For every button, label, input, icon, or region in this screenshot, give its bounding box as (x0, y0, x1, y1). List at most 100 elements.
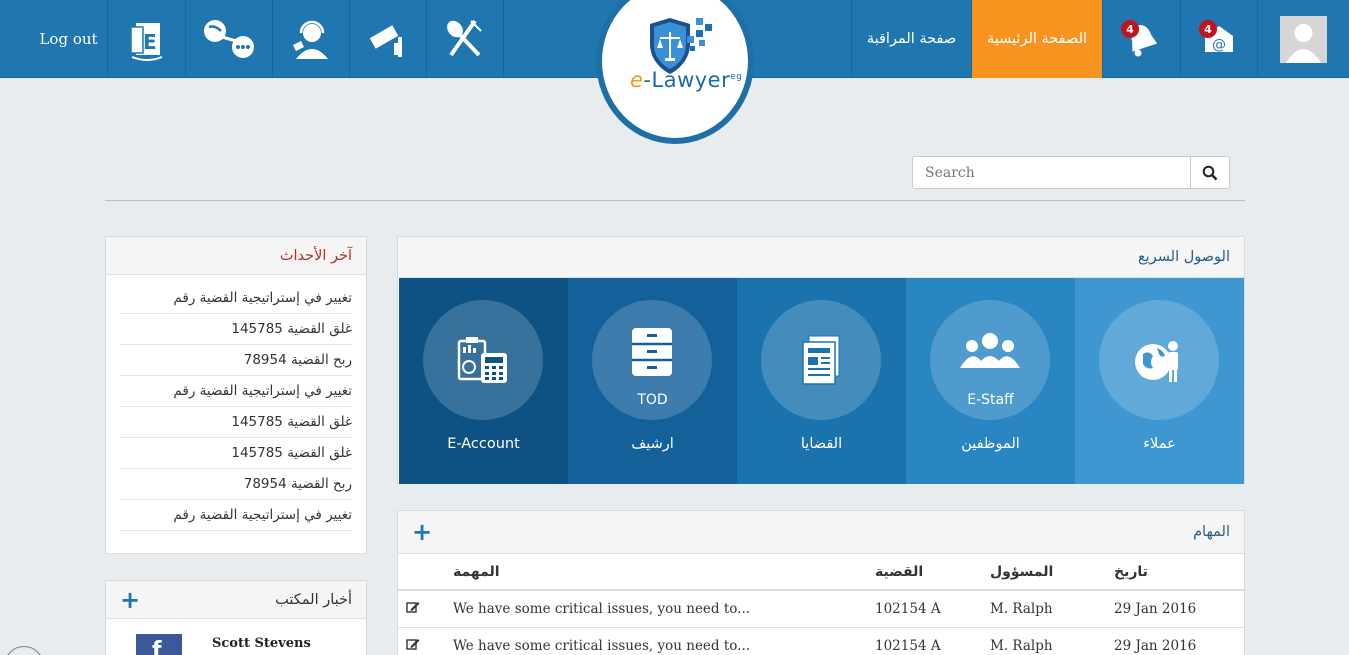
case-column-header: القضية (875, 554, 990, 591)
list-item[interactable]: ربح القضية 78954 (120, 345, 352, 376)
office-news-header: أخبار المكتب + (106, 581, 366, 619)
logo-wordmark: e-Lawyereg (630, 68, 742, 92)
list-item[interactable]: غلق القضية 145785 (120, 314, 352, 345)
list-item[interactable]: غلق القضية 145785 (120, 407, 352, 438)
tile-clients[interactable]: عملاء (1075, 278, 1244, 484)
responsible-cell: M. Ralph (990, 590, 1114, 628)
task-cell: We have some critical issues, you need t… (453, 627, 875, 655)
edit-icon[interactable] (406, 637, 420, 651)
user-profile-button[interactable] (1257, 0, 1349, 78)
avatar (1280, 15, 1327, 63)
edit-cell (398, 627, 453, 655)
headset-support-icon (293, 20, 328, 59)
home-page-label: الصفحة الرئيسية (986, 31, 1088, 47)
client-globe-icon (1135, 341, 1178, 382)
e-lawyer-logo[interactable]: e-Lawyereg (596, 0, 754, 144)
quick-access-title: الوصول السريع (1137, 249, 1230, 265)
notifications-badge: 4 (1121, 20, 1139, 38)
events-list: تغيير في إستراتيجية القضية رقم غلق القضي… (106, 275, 366, 531)
office-news-title: أخبار المكتب (275, 591, 352, 608)
archive-cabinet-icon (632, 328, 672, 376)
date-cell: 29 Jan 2016 (1114, 627, 1244, 655)
office-news-panel: أخبار المكتب + f Scott Stevens (105, 580, 367, 655)
tile-circle (761, 300, 881, 420)
quick-access-panel: الوصول السريع عملاء E-Staff الموظفين الق… (397, 236, 1245, 484)
svg-text:@: @ (1212, 37, 1226, 53)
add-news-button[interactable]: + (120, 588, 140, 612)
security-camera-icon (369, 25, 402, 57)
task-column-header: المهمة (453, 554, 875, 591)
tile-label: الموظفين (961, 436, 1020, 452)
messages-button[interactable]: @ 4 (1180, 0, 1257, 78)
tile-archive[interactable]: TOD ارشيف (568, 278, 737, 484)
tile-label: عملاء (1143, 436, 1176, 452)
edit-cell (398, 590, 453, 628)
logo-letter-e: e (630, 68, 644, 92)
tile-circle (423, 300, 543, 420)
notifications-button[interactable]: 4 (1102, 0, 1180, 78)
surveillance-button[interactable] (349, 0, 426, 78)
tasks-panel: المهام + المهمة القضية المسؤول تاريخ We (397, 510, 1245, 655)
restaurant-button[interactable] (426, 0, 503, 78)
list-item[interactable]: غلق القضية 145785 (120, 438, 352, 469)
tasks-header: المهام + (398, 511, 1244, 554)
list-item[interactable]: تغيير في إستراتيجية القضية رقم (120, 376, 352, 407)
e-book-button[interactable]: E (107, 0, 185, 78)
messages-badge: 4 (1199, 20, 1217, 38)
spoon-fork-icon (447, 19, 482, 57)
monitor-page-link[interactable]: صفحة المراقبة (851, 0, 971, 78)
tile-sublabel: TOD (637, 392, 668, 408)
search-button[interactable] (1190, 157, 1229, 188)
case-cell: 102154 A (875, 627, 990, 655)
svg-text:E: E (143, 30, 157, 54)
latest-events-title: آخر الأحداث (279, 247, 352, 264)
e-book-icon: E (129, 23, 162, 61)
logo-suffix: eg (730, 72, 743, 82)
monitor-page-label: صفحة المراقبة (866, 31, 957, 47)
list-item[interactable]: تغيير في إستراتيجية القضية رقم (120, 500, 352, 531)
logout-button[interactable]: Log out (30, 0, 107, 78)
edit-column-header (398, 554, 453, 591)
add-task-button[interactable]: + (412, 520, 432, 544)
tasks-table: المهمة القضية المسؤول تاريخ We have some… (398, 554, 1244, 655)
tile-staff[interactable]: E-Staff الموظفين (906, 278, 1075, 484)
latest-events-header: آخر الأحداث (106, 237, 366, 275)
case-documents-icon (802, 335, 840, 385)
date-cell: 29 Jan 2016 (1114, 590, 1244, 628)
table-row[interactable]: We have some critical issues, you need t… (398, 590, 1244, 628)
edit-icon[interactable] (406, 600, 420, 614)
quick-access-header: الوصول السريع (398, 237, 1244, 278)
home-page-link[interactable]: الصفحة الرئيسية (971, 0, 1102, 78)
search-box (912, 156, 1230, 189)
account-calculator-icon (457, 337, 507, 383)
divider (503, 0, 504, 78)
task-cell: We have some critical issues, you need t… (453, 590, 875, 628)
content-divider (105, 200, 1245, 201)
tile-sublabel: E-Staff (967, 392, 1014, 408)
news-author: Scott Stevens (212, 636, 311, 651)
tile-label: E-Account (447, 436, 520, 452)
tile-label: القضايا (800, 436, 843, 452)
phone-chat-icon (204, 20, 254, 58)
tile-e-account[interactable]: E-Account (399, 278, 568, 484)
list-item[interactable]: ربح القضية 78954 (120, 469, 352, 500)
staff-group-icon (960, 333, 1020, 368)
table-row[interactable]: We have some critical issues, you need t… (398, 627, 1244, 655)
search-icon (1202, 165, 1218, 180)
contacts-button[interactable] (185, 0, 272, 78)
responsible-column-header: المسؤول (990, 554, 1114, 591)
search-input[interactable] (913, 157, 1190, 188)
logout-label: Log out (39, 30, 98, 48)
tasks-title: المهام (1193, 524, 1230, 540)
chat-widget-button[interactable] (4, 646, 44, 655)
responsible-cell: M. Ralph (990, 627, 1114, 655)
support-button[interactable] (272, 0, 349, 78)
tile-circle (1099, 300, 1219, 420)
case-cell: 102154 A (875, 590, 990, 628)
quick-access-tiles: عملاء E-Staff الموظفين القضايا TOD ارشيف… (398, 278, 1244, 484)
facebook-icon[interactable]: f (136, 634, 182, 655)
logo-word-lawyer: -Lawyer (643, 68, 731, 92)
tile-label: ارشيف (631, 436, 674, 452)
list-item[interactable]: تغيير في إستراتيجية القضية رقم (120, 283, 352, 314)
tile-cases[interactable]: القضايا (737, 278, 906, 484)
